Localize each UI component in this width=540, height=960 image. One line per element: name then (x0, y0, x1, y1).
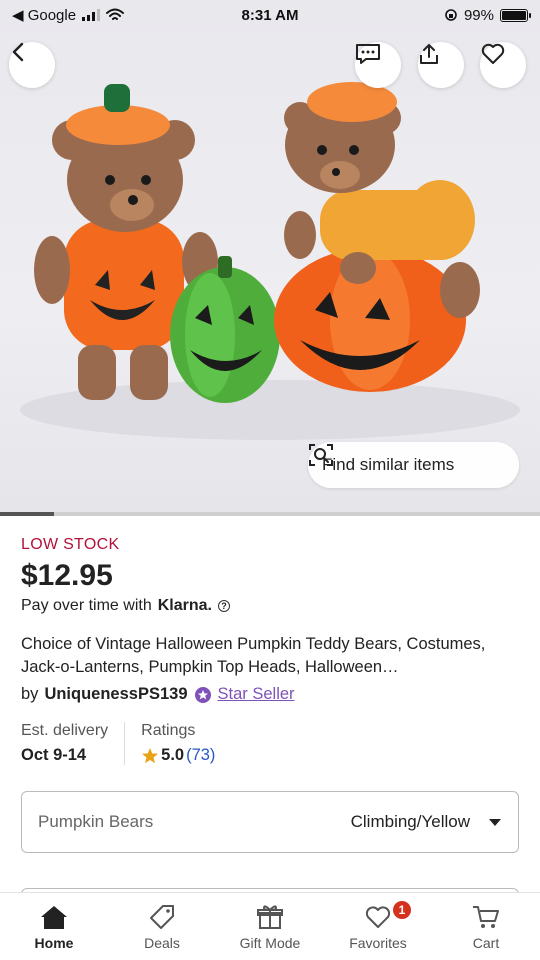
tab-favorites[interactable]: Favorites 1 (324, 893, 432, 960)
favorites-badge: 1 (390, 899, 413, 921)
delivery-value: Oct 9-14 (21, 746, 87, 764)
stock-status: LOW STOCK (21, 536, 120, 553)
find-similar-button[interactable]: Find similar items (308, 442, 519, 488)
tab-gift-mode[interactable]: Gift Mode (216, 893, 324, 960)
signal-icon (82, 9, 101, 21)
tab-label: Favorites (349, 935, 407, 951)
status-bar: ◀ Google 8:31 AM 99% (0, 0, 540, 30)
star-seller-link[interactable]: Star Seller (218, 685, 295, 704)
wifi-icon (106, 8, 125, 20)
seller-prefix: by (21, 685, 39, 703)
tab-label: Gift Mode (239, 935, 301, 951)
share-button[interactable] (418, 42, 464, 88)
image-carousel-progress (0, 512, 540, 516)
delivery-info: Est. delivery Oct 9-14 (21, 722, 124, 765)
tab-label: Deals (144, 935, 180, 951)
variant-select[interactable]: Pumpkin Bears Climbing/Yellow (21, 791, 519, 853)
message-seller-button[interactable] (355, 42, 401, 88)
listing-details: LOW STOCK $12.95 Pay over time with Klar… (21, 536, 521, 853)
find-similar-label: Find similar items (322, 455, 455, 474)
star-seller-badge-icon (194, 686, 211, 703)
ratings-info[interactable]: Ratings 5.0 (73) (124, 722, 231, 765)
rating-value: 5.0 (161, 746, 185, 764)
visual-search-icon (309, 444, 333, 466)
share-icon (420, 44, 438, 64)
klarna-text: Pay over time with (21, 597, 152, 614)
ratings-label: Ratings (141, 722, 196, 739)
home-icon (41, 906, 67, 929)
battery-percent: 99% (463, 6, 494, 24)
rating-count[interactable]: (73) (186, 746, 215, 765)
chevron-left-icon (12, 42, 24, 62)
orientation-lock-icon (445, 9, 457, 21)
favorite-button[interactable] (480, 42, 526, 88)
product-image[interactable]: Find similar items (0, 0, 540, 514)
cart-icon (473, 906, 499, 928)
bottom-tab-bar: Home Deals Gift Mode Favorites 1 Cart (0, 892, 540, 960)
back-to-app-link[interactable]: ◀ Google (12, 6, 76, 24)
help-icon[interactable]: ? (217, 600, 230, 612)
tab-home[interactable]: Home (0, 893, 108, 960)
klarna-logo: Klarna. (157, 597, 212, 614)
variant-label: Pumpkin Bears (38, 812, 154, 831)
delivery-label: Est. delivery (21, 722, 109, 739)
heart-icon (481, 43, 505, 64)
right-bear-pumpkin-figurine (274, 82, 480, 392)
listing-title[interactable]: Choice of Vintage Halloween Pumpkin Tedd… (21, 633, 521, 679)
seller-name[interactable]: UniquenessPS139 (44, 685, 187, 704)
variant-selected-value: Climbing/Yellow (350, 812, 470, 831)
battery-icon (500, 8, 531, 22)
klarna-info[interactable]: Pay over time with Klarna. ? (21, 597, 521, 615)
tab-deals[interactable]: Deals (108, 893, 216, 960)
star-icon (142, 747, 159, 763)
back-button[interactable] (9, 42, 55, 88)
tab-label: Home (34, 935, 74, 951)
caret-down-icon (489, 819, 501, 826)
heart-icon (365, 906, 391, 928)
seller-row[interactable]: by UniquenessPS139 Star Seller (21, 685, 521, 704)
tag-icon (150, 905, 174, 929)
tab-cart[interactable]: Cart (432, 893, 540, 960)
delivery-ratings-row: Est. delivery Oct 9-14 Ratings 5.0 (73) (21, 722, 521, 765)
message-icon (356, 44, 380, 64)
tab-label: Cart (472, 935, 500, 951)
price: $12.95 (21, 559, 113, 592)
gift-icon (257, 905, 283, 929)
